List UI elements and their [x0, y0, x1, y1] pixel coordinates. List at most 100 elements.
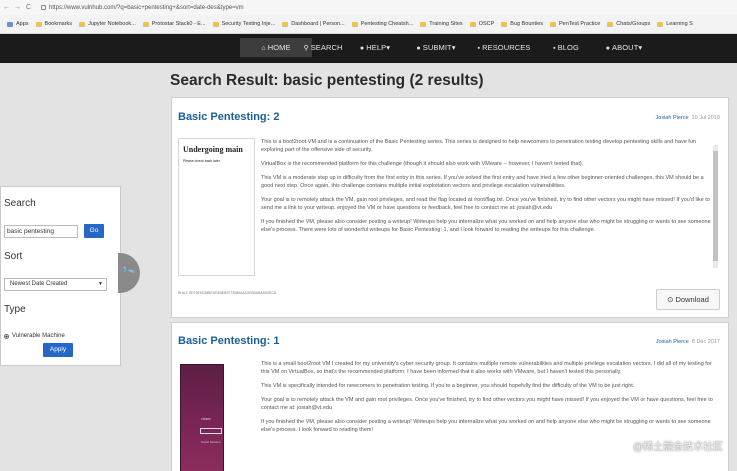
info-icon: ●: [605, 45, 611, 52]
scrollbar-thumb[interactable]: [713, 151, 718, 261]
help-icon: ●: [359, 45, 365, 52]
forward-icon[interactable]: →: [13, 4, 22, 11]
wrench-icon: 🔧: [121, 263, 138, 280]
upload-icon: ●: [416, 45, 421, 52]
bookmarks-bar: Apps Bookmarks Jupyter Notebook... Proto…: [0, 15, 737, 34]
bookmark-item[interactable]: Protostar Stack0 - E...: [142, 21, 206, 27]
bookmark-item[interactable]: Training Sites: [420, 21, 463, 27]
home-icon: ⌂: [261, 45, 266, 52]
result-title-link[interactable]: Basic Pentesting: 2: [178, 111, 279, 123]
description-paragraph: If you finished the VM, please also cons…: [261, 419, 711, 433]
bookmark-item[interactable]: Bug Bounties: [501, 21, 543, 27]
folder-icon: [501, 21, 508, 27]
description-paragraph: If you finished the VM, please also cons…: [261, 219, 711, 233]
sha1-hash: SHA1: 0D79E9C58BFDE4BEB9773086AAC0FB9ABA…: [178, 291, 276, 295]
description-paragraph: This VM is specifically intended for new…: [261, 383, 635, 389]
bookmark-apps[interactable]: Apps: [7, 21, 29, 27]
caret-down-icon: ▾: [638, 43, 643, 52]
search-input[interactable]: basic pentesting: [4, 225, 78, 238]
type-radio-label: Vulnerable Machine: [12, 333, 65, 339]
result-date: 8 Dec 2017: [691, 339, 720, 345]
description-paragraph: VirtualBox is the recommended platform f…: [261, 161, 584, 167]
download-button[interactable]: ⊙ Download: [656, 289, 720, 310]
thumbnail-heading: Undergoing main: [183, 145, 243, 154]
nav-help[interactable]: ● HELP▾: [352, 38, 398, 57]
watermark: @稀土掘金技术社区: [632, 442, 723, 453]
description-paragraph: This VM is a moderate step up in difficu…: [261, 175, 704, 189]
download-label: Download: [675, 295, 709, 304]
reload-icon[interactable]: C: [24, 4, 33, 11]
page-icon: [79, 21, 86, 27]
sort-heading: Sort: [4, 251, 23, 262]
description-paragraph: Your goal is to remotely attack the VM a…: [261, 397, 713, 411]
page-icon: [351, 21, 358, 27]
url-text: https://www.vulnhub.com/?q=basic+pentest…: [49, 4, 244, 11]
description-scrollbar[interactable]: [713, 145, 718, 268]
caret-down-icon: ▾: [451, 43, 456, 52]
thumbnail-subtext: Please check back later: [183, 159, 220, 163]
address-field[interactable]: https://www.vulnhub.com/?q=basic+pentest…: [41, 5, 244, 11]
radio-selected-icon: [4, 333, 9, 339]
page-icon: [212, 21, 219, 27]
sort-select-value: Newest Date Created: [10, 281, 68, 287]
caret-down-icon: ▼: [98, 281, 103, 287]
sort-select[interactable]: Newest Date Created ▼: [4, 278, 107, 291]
description-paragraph: Your goal is to remotely attack the VM, …: [261, 197, 710, 211]
author-link[interactable]: Josiah Pierce: [656, 339, 689, 345]
bookmark-item[interactable]: Pentesting Cheatsh...: [351, 21, 413, 27]
nav-blog[interactable]: ▪ BLOG: [546, 38, 586, 57]
bookmark-item[interactable]: Dashboard | Person...: [282, 21, 345, 27]
thumbnail-guest-session: Guest Session: [201, 440, 221, 444]
result-thumbnail[interactable]: Undergoing main Please check back later: [178, 138, 255, 276]
folder-icon: [550, 21, 556, 27]
description-paragraph: This is a small boot2root VM I created f…: [261, 361, 712, 375]
nav-search[interactable]: ⚲ SEARCH: [298, 38, 348, 57]
type-heading: Type: [4, 304, 26, 315]
result-description: This is a small boot2root VM I created f…: [261, 360, 716, 471]
search-heading: Search: [4, 198, 36, 209]
author-link[interactable]: Josiah Pierce: [656, 115, 689, 121]
result-thumbnail[interactable]: vtcsec Guest Session: [180, 364, 224, 471]
bookmark-item[interactable]: Jupyter Notebook...: [79, 21, 136, 27]
page-icon: [142, 21, 149, 27]
result-meta: Josiah Pierce 8 Dec 2017: [656, 339, 720, 345]
result-date: 10 Jul 2018: [691, 115, 720, 121]
bookmark-item[interactable]: OSCP: [469, 21, 494, 27]
folder-icon: [420, 21, 427, 27]
nav-about[interactable]: ● ABOUT▾: [598, 38, 650, 57]
folder-icon: [469, 21, 476, 27]
thumbnail-login-field: [200, 428, 222, 434]
page-title: Search Result: basic pentesting (2 resul…: [170, 72, 484, 89]
nav-resources[interactable]: ▪ RESOURCES: [472, 38, 536, 57]
lock-icon: [41, 5, 46, 10]
blog-icon: ▪: [553, 45, 556, 52]
type-radio-vulnerable-machine[interactable]: Vulnerable Machine: [4, 333, 65, 339]
thumbnail-login-label: vtcsec: [201, 417, 211, 421]
apps-icon: [7, 21, 13, 27]
bookmark-item[interactable]: Chats/Groups: [607, 21, 650, 27]
search-icon: ⚲: [303, 45, 309, 52]
result-title-link[interactable]: Basic Pentesting: 1: [178, 335, 279, 347]
bookmark-item[interactable]: Bookmarks: [35, 21, 72, 27]
site-navbar: ⌂ HOME ⚲ SEARCH ● HELP▾ ● SUBMIT▾ ▪ RESOURCES…: [0, 34, 737, 63]
folder-icon: [607, 21, 614, 27]
bookmark-item[interactable]: PenTest Practice: [550, 21, 600, 27]
folder-icon: [35, 21, 42, 27]
caret-down-icon: ▾: [386, 43, 391, 52]
go-button[interactable]: Go: [84, 224, 104, 238]
back-icon[interactable]: ←: [2, 4, 11, 11]
result-card: Basic Pentesting: 2 Josiah Pierce 10 Jul …: [171, 97, 729, 318]
bookmark-item[interactable]: Learning S: [657, 21, 693, 27]
description-paragraph: This is a boot2root VM and is a continua…: [261, 139, 696, 153]
book-icon: ▪: [477, 45, 481, 52]
page-icon: [282, 21, 289, 27]
sidebar-toggle-tab[interactable]: 🔧: [118, 253, 140, 293]
nav-submit[interactable]: ● SUBMIT▾: [409, 38, 463, 57]
bookmark-item[interactable]: Security Testing Inje...: [212, 21, 275, 27]
browser-url-bar: ← → C https://www.vulnhub.com/?q=basic+p…: [0, 0, 737, 15]
apply-button[interactable]: Apply: [43, 343, 73, 357]
folder-icon: [657, 21, 664, 27]
result-meta: Josiah Pierce 10 Jul 2018: [656, 115, 720, 121]
search-sidebar: Search basic pentesting Go Sort Newest D…: [0, 186, 121, 366]
download-icon: ⊙: [667, 295, 674, 304]
